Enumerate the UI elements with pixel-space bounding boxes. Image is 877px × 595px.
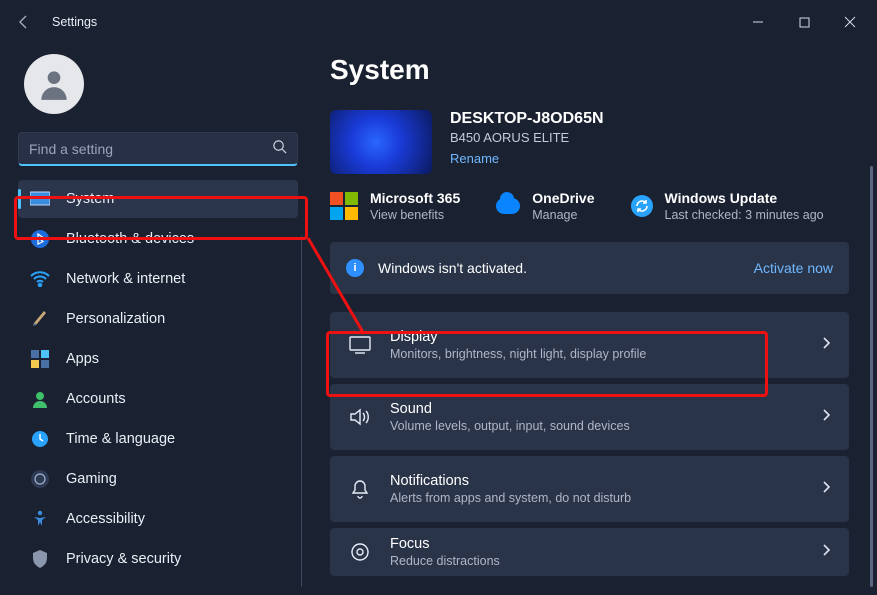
minimize-button[interactable] — [735, 6, 781, 38]
row-sub: Monitors, brightness, night light, displ… — [390, 347, 646, 361]
user-avatar[interactable] — [24, 54, 84, 114]
row-notifications[interactable]: Notifications Alerts from apps and system… — [330, 456, 849, 522]
sidebar: System Bluetooth & devices Network & int… — [0, 44, 310, 595]
sidebar-item-privacy[interactable]: Privacy & security — [18, 540, 298, 578]
row-sub: Alerts from apps and system, do not dist… — [390, 491, 631, 505]
clock-globe-icon — [30, 429, 50, 449]
page-title: System — [330, 54, 849, 86]
close-icon — [844, 16, 856, 28]
sidebar-item-accounts[interactable]: Accounts — [18, 380, 298, 418]
chevron-right-icon — [821, 543, 831, 562]
promo-sub: View benefits — [370, 208, 460, 222]
promo-onedrive[interactable]: OneDrive Manage — [496, 190, 594, 222]
device-name: DESKTOP-J8OD65N — [450, 110, 604, 128]
nav-list: System Bluetooth & devices Network & int… — [18, 180, 298, 578]
display-icon — [348, 336, 372, 354]
promo-windows-update[interactable]: Windows Update Last checked: 3 minutes ag… — [631, 190, 824, 222]
back-arrow-icon — [16, 14, 32, 30]
activate-link[interactable]: Activate now — [754, 260, 833, 276]
maximize-button[interactable] — [781, 6, 827, 38]
maximize-icon — [799, 17, 810, 28]
device-section: DESKTOP-J8OD65N B450 AORUS ELITE Rename — [330, 110, 849, 174]
row-display[interactable]: Display Monitors, brightness, night light… — [330, 312, 849, 378]
focus-icon — [348, 542, 372, 562]
chevron-right-icon — [821, 336, 831, 355]
sidebar-item-label: Personalization — [66, 311, 165, 327]
sidebar-item-system[interactable]: System — [18, 180, 298, 218]
sidebar-item-label: Gaming — [66, 471, 117, 487]
sidebar-item-time-language[interactable]: Time & language — [18, 420, 298, 458]
sidebar-divider — [301, 236, 302, 587]
promo-sub: Last checked: 3 minutes ago — [665, 208, 824, 222]
titlebar: Settings — [0, 0, 877, 44]
apps-icon — [30, 349, 50, 369]
sidebar-item-label: Accessibility — [66, 511, 145, 527]
window-controls — [735, 6, 873, 38]
search-icon — [272, 139, 287, 159]
promo-row: Microsoft 365 View benefits OneDrive Manag… — [330, 190, 849, 222]
bell-icon — [348, 479, 372, 499]
sidebar-item-label: Network & internet — [66, 271, 185, 287]
onedrive-icon — [496, 198, 520, 214]
accounts-icon — [30, 389, 50, 409]
paintbrush-icon — [30, 309, 50, 329]
sidebar-item-label: Accounts — [66, 391, 126, 407]
sidebar-item-label: Time & language — [66, 431, 175, 447]
banner-text: Windows isn't activated. — [378, 260, 527, 276]
sidebar-item-accessibility[interactable]: Accessibility — [18, 500, 298, 538]
row-title: Sound — [390, 401, 630, 417]
row-sound[interactable]: Sound Volume levels, output, input, sound… — [330, 384, 849, 450]
row-title: Notifications — [390, 473, 631, 489]
wifi-icon — [30, 269, 50, 289]
row-focus[interactable]: Focus Reduce distractions — [330, 528, 849, 576]
accessibility-icon — [30, 509, 50, 529]
scrollbar[interactable] — [870, 166, 873, 587]
row-sub: Volume levels, output, input, sound devi… — [390, 419, 630, 433]
sidebar-item-bluetooth[interactable]: Bluetooth & devices — [18, 220, 298, 258]
rename-link[interactable]: Rename — [450, 151, 604, 166]
device-wallpaper-thumb — [330, 110, 432, 174]
row-sub: Reduce distractions — [390, 554, 500, 568]
sidebar-item-gaming[interactable]: Gaming — [18, 460, 298, 498]
system-icon — [30, 189, 50, 209]
row-title: Display — [390, 329, 646, 345]
promo-sub: Manage — [532, 208, 594, 222]
shield-icon — [30, 549, 50, 569]
sidebar-item-label: Privacy & security — [66, 551, 181, 567]
sidebar-item-personalization[interactable]: Personalization — [18, 300, 298, 338]
info-icon: i — [346, 259, 364, 277]
sound-icon — [348, 408, 372, 426]
chevron-right-icon — [821, 408, 831, 427]
activation-banner[interactable]: i Windows isn't activated. Activate now — [330, 242, 849, 294]
settings-list: Display Monitors, brightness, night light… — [330, 312, 849, 576]
person-icon — [35, 65, 73, 103]
minimize-icon — [752, 16, 764, 28]
promo-title: Windows Update — [665, 190, 824, 206]
search-input[interactable] — [29, 141, 272, 157]
chevron-right-icon — [821, 480, 831, 499]
sidebar-item-apps[interactable]: Apps — [18, 340, 298, 378]
sidebar-item-network[interactable]: Network & internet — [18, 260, 298, 298]
sidebar-item-label: System — [66, 191, 114, 207]
bluetooth-icon — [30, 229, 50, 249]
sidebar-item-label: Bluetooth & devices — [66, 231, 194, 247]
back-button[interactable] — [4, 2, 44, 42]
promo-title: OneDrive — [532, 190, 594, 206]
promo-title: Microsoft 365 — [370, 190, 460, 206]
gaming-icon — [30, 469, 50, 489]
promo-ms365[interactable]: Microsoft 365 View benefits — [330, 190, 460, 222]
ms365-icon — [330, 192, 358, 220]
sidebar-item-label: Apps — [66, 351, 99, 367]
window-title: Settings — [52, 15, 97, 29]
search-box[interactable] — [18, 132, 298, 166]
row-title: Focus — [390, 536, 500, 552]
device-model: B450 AORUS ELITE — [450, 130, 604, 145]
main-panel: System DESKTOP-J8OD65N B450 AORUS ELITE … — [310, 44, 877, 595]
windows-update-icon — [631, 195, 653, 217]
close-button[interactable] — [827, 6, 873, 38]
